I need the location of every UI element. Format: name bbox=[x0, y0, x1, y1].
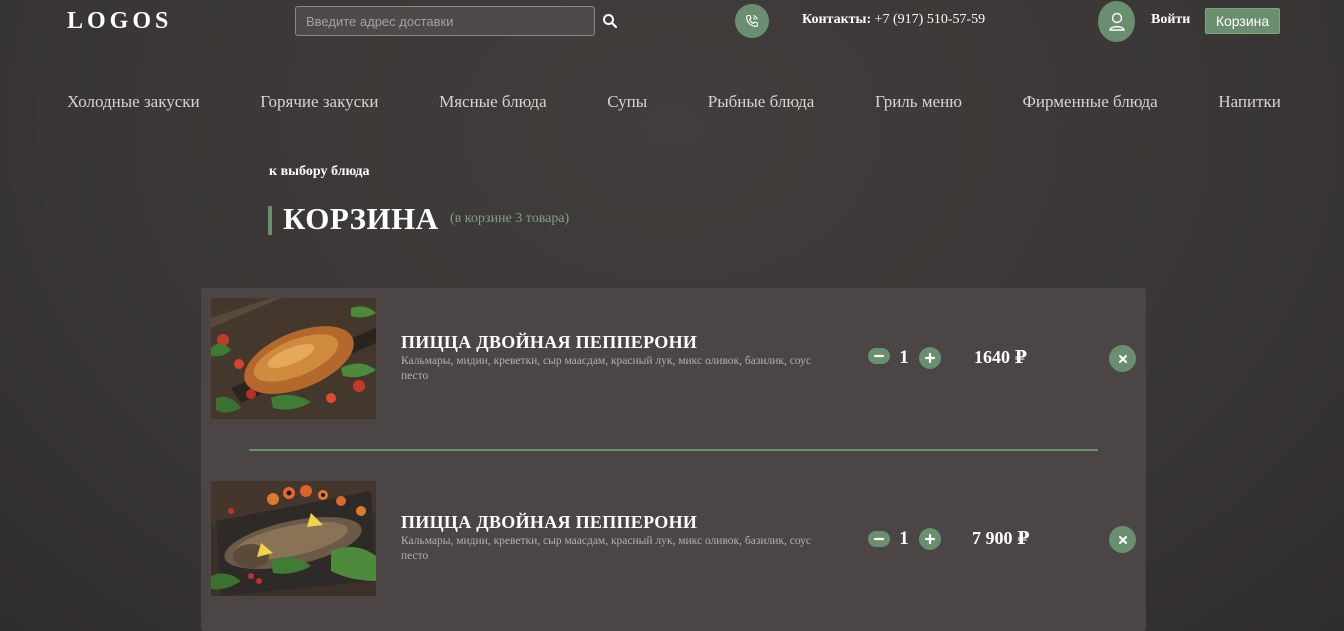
back-to-menu-link[interactable]: к выбору блюда bbox=[269, 164, 369, 180]
item-name: ПИЦЦА ДВОЙНАЯ ПЕППЕРОНИ bbox=[401, 332, 698, 352]
login-link[interactable]: Войти bbox=[1151, 12, 1190, 28]
remove-item-button[interactable] bbox=[1109, 526, 1136, 553]
logo[interactable]: LOGOS bbox=[67, 8, 172, 35]
plus-icon bbox=[924, 352, 936, 364]
nav-item-hot-appetizers[interactable]: Горячие закуски bbox=[260, 92, 378, 112]
plus-icon bbox=[924, 533, 936, 545]
item-divider bbox=[249, 449, 1098, 451]
nav-item-soups[interactable]: Супы bbox=[607, 92, 647, 112]
nav-item-meat-dishes[interactable]: Мясные блюда bbox=[439, 92, 547, 112]
nav-item-signature-dishes[interactable]: Фирменные блюда bbox=[1023, 92, 1158, 112]
phone-button[interactable] bbox=[735, 4, 769, 38]
contacts-phone[interactable]: +7 (917) 510-57-59 bbox=[875, 12, 986, 27]
user-button[interactable] bbox=[1098, 1, 1135, 42]
close-icon bbox=[1118, 354, 1127, 363]
nav-item-fish-dishes[interactable]: Рыбные блюда bbox=[708, 92, 815, 112]
nav-item-drinks[interactable]: Напитки bbox=[1218, 92, 1281, 112]
search-input[interactable] bbox=[295, 6, 595, 36]
increase-quantity-button[interactable] bbox=[919, 347, 941, 369]
item-image-baked-fish bbox=[211, 481, 376, 596]
page: LOGOS Контакты: +7 (917) 510-57-59 Войти… bbox=[0, 0, 1344, 631]
cart-button[interactable]: Корзина bbox=[1205, 8, 1280, 34]
close-icon bbox=[1118, 535, 1127, 544]
item-price: 7 900 ₽ bbox=[972, 528, 1030, 548]
minus-icon bbox=[873, 354, 885, 358]
decrease-quantity-button[interactable] bbox=[868, 531, 890, 547]
increase-quantity-button[interactable] bbox=[919, 528, 941, 550]
contacts: Контакты: +7 (917) 510-57-59 bbox=[802, 12, 985, 28]
search-icon[interactable] bbox=[602, 13, 620, 31]
remove-item-button[interactable] bbox=[1109, 345, 1136, 372]
item-price: 1640 ₽ bbox=[974, 347, 1028, 367]
cart-count: (в корзине 3 товара) bbox=[450, 211, 570, 226]
item-description: Кальмары, мидии, креветки, сыр маасдам, … bbox=[401, 535, 812, 562]
user-icon bbox=[1108, 12, 1125, 31]
cart-panel: ПИЦЦА ДВОЙНАЯ ПЕППЕРОНИ Кальмары, мидии,… bbox=[201, 288, 1146, 631]
decrease-quantity-button[interactable] bbox=[868, 348, 890, 364]
page-title: КОРЗИНА bbox=[283, 201, 439, 236]
minus-icon bbox=[873, 537, 885, 541]
item-image-roasted-meat bbox=[211, 298, 376, 419]
nav-item-grill-menu[interactable]: Гриль меню bbox=[875, 92, 962, 112]
contacts-label: Контакты: bbox=[802, 12, 872, 27]
quantity-value: 1 bbox=[899, 528, 909, 549]
item-description: Кальмары, мидии, креветки, сыр маасдам, … bbox=[401, 355, 812, 382]
nav-item-cold-appetizers[interactable]: Холодные закуски bbox=[67, 92, 200, 112]
main-nav: Холодные закуски Горячие закуски Мясные … bbox=[67, 92, 1281, 112]
phone-icon bbox=[746, 14, 758, 27]
title-accent-bar bbox=[268, 206, 272, 235]
item-name: ПИЦЦА ДВОЙНАЯ ПЕППЕРОНИ bbox=[401, 512, 698, 532]
quantity-value: 1 bbox=[899, 347, 909, 368]
